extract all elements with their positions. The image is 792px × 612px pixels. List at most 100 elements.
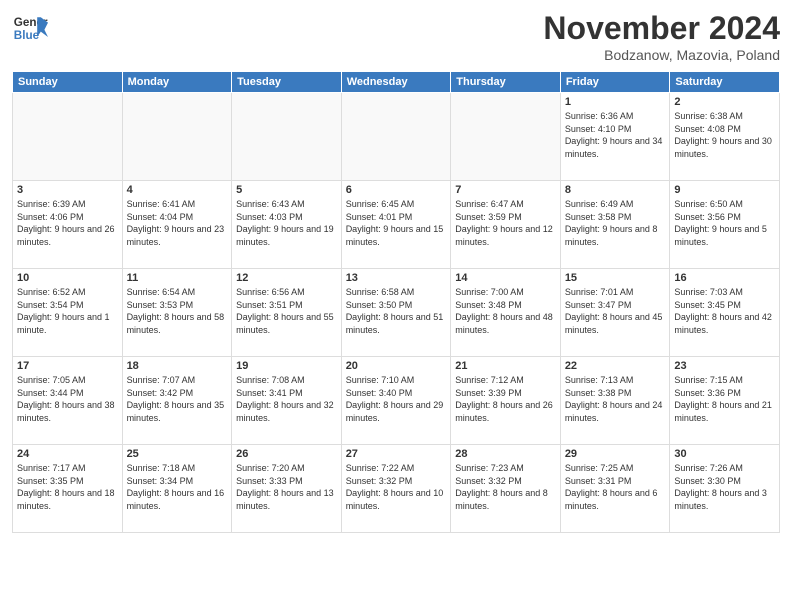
col-thursday: Thursday xyxy=(451,72,561,93)
day-number: 21 xyxy=(455,360,556,372)
calendar-cell: 20Sunrise: 7:10 AMSunset: 3:40 PMDayligh… xyxy=(341,357,451,445)
month-title: November 2024 xyxy=(543,10,780,47)
calendar-cell xyxy=(13,93,123,181)
day-number: 12 xyxy=(236,272,337,284)
day-number: 9 xyxy=(674,184,775,196)
day-info: Sunrise: 6:41 AMSunset: 4:04 PMDaylight:… xyxy=(127,198,228,248)
calendar-cell xyxy=(341,93,451,181)
col-monday: Monday xyxy=(122,72,232,93)
calendar-cell: 28 Sunrise: 7:23 AMSunset: 3:32 PMDayligh… xyxy=(451,445,561,533)
day-info: Sunrise: 7:03 AMSunset: 3:45 PMDaylight:… xyxy=(674,286,775,336)
calendar-cell: 10 Sunrise: 6:52 AMSunset: 3:54 PMDayligh… xyxy=(13,269,123,357)
calendar-cell: 11Sunrise: 6:54 AMSunset: 3:53 PMDayligh… xyxy=(122,269,232,357)
day-info: Sunrise: 6:58 AMSunset: 3:50 PMDaylight:… xyxy=(346,286,447,336)
logo-icon: General Blue xyxy=(12,10,48,46)
day-number: 20 xyxy=(346,360,447,372)
day-info: Sunrise: 6:45 AMSunset: 4:01 PMDaylight:… xyxy=(346,198,447,248)
calendar-cell: 13Sunrise: 6:58 AMSunset: 3:50 PMDayligh… xyxy=(341,269,451,357)
calendar-cell: 8Sunrise: 6:49 AMSunset: 3:58 PMDaylight… xyxy=(560,181,670,269)
col-saturday: Saturday xyxy=(670,72,780,93)
calendar-cell: 21 Sunrise: 7:12 AMSunset: 3:39 PMDayligh… xyxy=(451,357,561,445)
day-number: 10 xyxy=(17,272,118,284)
week-row-4: 24 Sunrise: 7:17 AMSunset: 3:35 PMDayligh… xyxy=(13,445,780,533)
page: General Blue November 2024 Bodzanow, Maz… xyxy=(0,0,792,612)
calendar-cell: 16 Sunrise: 7:03 AMSunset: 3:45 PMDayligh… xyxy=(670,269,780,357)
calendar-cell: 4 Sunrise: 6:41 AMSunset: 4:04 PMDaylight… xyxy=(122,181,232,269)
day-info: Sunrise: 6:38 AMSunset: 4:08 PMDaylight:… xyxy=(674,110,775,160)
day-info: Sunrise: 6:47 AMSunset: 3:59 PMDaylight:… xyxy=(455,198,556,248)
day-number: 6 xyxy=(346,184,447,196)
day-number: 18 xyxy=(127,360,228,372)
day-info: Sunrise: 6:36 AMSunset: 4:10 PMDaylight:… xyxy=(565,110,666,160)
calendar-cell: 19Sunrise: 7:08 AMSunset: 3:41 PMDayligh… xyxy=(232,357,342,445)
day-number: 8 xyxy=(565,184,666,196)
calendar-cell: 12 Sunrise: 6:56 AMSunset: 3:51 PMDayligh… xyxy=(232,269,342,357)
day-number: 30 xyxy=(674,448,775,460)
week-row-3: 17Sunrise: 7:05 AMSunset: 3:44 PMDayligh… xyxy=(13,357,780,445)
day-number: 11 xyxy=(127,272,228,284)
calendar-cell: 17Sunrise: 7:05 AMSunset: 3:44 PMDayligh… xyxy=(13,357,123,445)
day-number: 3 xyxy=(17,184,118,196)
day-number: 24 xyxy=(17,448,118,460)
calendar-cell: 29 Sunrise: 7:25 AMSunset: 3:31 PMDayligh… xyxy=(560,445,670,533)
day-info: Sunrise: 7:23 AMSunset: 3:32 PMDaylight:… xyxy=(455,462,556,512)
col-sunday: Sunday xyxy=(13,72,123,93)
calendar-cell: 24 Sunrise: 7:17 AMSunset: 3:35 PMDayligh… xyxy=(13,445,123,533)
day-info: Sunrise: 7:13 AMSunset: 3:38 PMDaylight:… xyxy=(565,374,666,424)
day-number: 4 xyxy=(127,184,228,196)
day-info: Sunrise: 7:08 AMSunset: 3:41 PMDaylight:… xyxy=(236,374,337,424)
day-number: 26 xyxy=(236,448,337,460)
calendar-cell: 2 Sunrise: 6:38 AMSunset: 4:08 PMDaylight… xyxy=(670,93,780,181)
calendar-cell: 23 Sunrise: 7:15 AMSunset: 3:36 PMDayligh… xyxy=(670,357,780,445)
calendar-cell: 1 Sunrise: 6:36 AMSunset: 4:10 PMDaylight… xyxy=(560,93,670,181)
day-info: Sunrise: 6:52 AMSunset: 3:54 PMDaylight:… xyxy=(17,286,118,336)
col-tuesday: Tuesday xyxy=(232,72,342,93)
day-number: 23 xyxy=(674,360,775,372)
day-info: Sunrise: 7:20 AMSunset: 3:33 PMDaylight:… xyxy=(236,462,337,512)
header-row: Sunday Monday Tuesday Wednesday Thursday… xyxy=(13,72,780,93)
calendar-cell: 9 Sunrise: 6:50 AMSunset: 3:56 PMDaylight… xyxy=(670,181,780,269)
location-subtitle: Bodzanow, Mazovia, Poland xyxy=(543,47,780,63)
calendar-cell: 6 Sunrise: 6:45 AMSunset: 4:01 PMDaylight… xyxy=(341,181,451,269)
calendar-cell: 14Sunrise: 7:00 AMSunset: 3:48 PMDayligh… xyxy=(451,269,561,357)
day-number: 5 xyxy=(236,184,337,196)
day-number: 2 xyxy=(674,96,775,108)
calendar-table: Sunday Monday Tuesday Wednesday Thursday… xyxy=(12,71,780,533)
week-row-1: 3 Sunrise: 6:39 AMSunset: 4:06 PMDaylight… xyxy=(13,181,780,269)
day-number: 16 xyxy=(674,272,775,284)
day-info: Sunrise: 6:50 AMSunset: 3:56 PMDaylight:… xyxy=(674,198,775,248)
day-number: 29 xyxy=(565,448,666,460)
calendar-cell: 30 Sunrise: 7:26 AMSunset: 3:30 PMDayligh… xyxy=(670,445,780,533)
day-info: Sunrise: 7:25 AMSunset: 3:31 PMDaylight:… xyxy=(565,462,666,512)
calendar-cell: 7 Sunrise: 6:47 AMSunset: 3:59 PMDaylight… xyxy=(451,181,561,269)
calendar-cell: 27Sunrise: 7:22 AMSunset: 3:32 PMDayligh… xyxy=(341,445,451,533)
svg-text:Blue: Blue xyxy=(14,29,40,42)
day-number: 7 xyxy=(455,184,556,196)
day-info: Sunrise: 6:56 AMSunset: 3:51 PMDaylight:… xyxy=(236,286,337,336)
day-info: Sunrise: 6:43 AMSunset: 4:03 PMDaylight:… xyxy=(236,198,337,248)
calendar-cell: 3 Sunrise: 6:39 AMSunset: 4:06 PMDaylight… xyxy=(13,181,123,269)
calendar-cell: 15Sunrise: 7:01 AMSunset: 3:47 PMDayligh… xyxy=(560,269,670,357)
calendar-cell xyxy=(451,93,561,181)
day-info: Sunrise: 7:26 AMSunset: 3:30 PMDaylight:… xyxy=(674,462,775,512)
day-info: Sunrise: 7:15 AMSunset: 3:36 PMDaylight:… xyxy=(674,374,775,424)
day-info: Sunrise: 7:17 AMSunset: 3:35 PMDaylight:… xyxy=(17,462,118,512)
day-number: 1 xyxy=(565,96,666,108)
header: General Blue November 2024 Bodzanow, Maz… xyxy=(12,10,780,63)
day-info: Sunrise: 6:39 AMSunset: 4:06 PMDaylight:… xyxy=(17,198,118,248)
day-number: 17 xyxy=(17,360,118,372)
logo: General Blue xyxy=(12,10,48,46)
calendar-cell xyxy=(232,93,342,181)
calendar-cell: 22Sunrise: 7:13 AMSunset: 3:38 PMDayligh… xyxy=(560,357,670,445)
day-number: 25 xyxy=(127,448,228,460)
calendar-cell: 25 Sunrise: 7:18 AMSunset: 3:34 PMDayligh… xyxy=(122,445,232,533)
title-area: November 2024 Bodzanow, Mazovia, Poland xyxy=(543,10,780,63)
calendar-cell: 5 Sunrise: 6:43 AMSunset: 4:03 PMDaylight… xyxy=(232,181,342,269)
day-info: Sunrise: 7:12 AMSunset: 3:39 PMDaylight:… xyxy=(455,374,556,424)
day-number: 28 xyxy=(455,448,556,460)
col-wednesday: Wednesday xyxy=(341,72,451,93)
day-number: 15 xyxy=(565,272,666,284)
col-friday: Friday xyxy=(560,72,670,93)
week-row-2: 10 Sunrise: 6:52 AMSunset: 3:54 PMDayligh… xyxy=(13,269,780,357)
day-info: Sunrise: 7:18 AMSunset: 3:34 PMDaylight:… xyxy=(127,462,228,512)
